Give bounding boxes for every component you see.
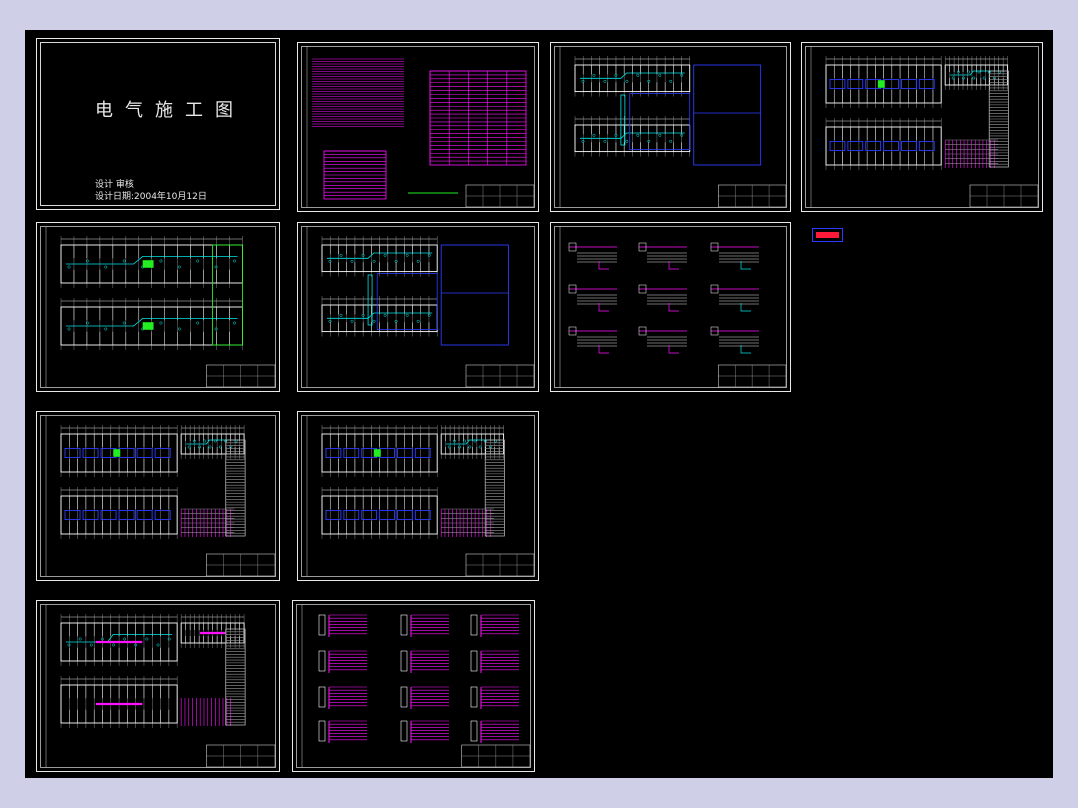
design-notes-sheet[interactable] [297,42,539,212]
third-floor-lighting-plan-sheet[interactable] [36,411,280,581]
system-diagram-drawing [554,226,787,388]
second-floor-power-plan-drawing [301,226,535,388]
fourth-floor-lighting-plan-sheet[interactable] [297,411,539,581]
roof-plan-drawing [40,604,276,768]
first-floor-lighting-plan-sheet[interactable] [801,42,1043,212]
distribution-box-diagram-sheet[interactable] [292,600,535,772]
drawing-viewport[interactable]: 电气施工图 设计 审核 设计日期:2004年10月12日 [25,30,1053,778]
second-floor-power-plan-sheet[interactable] [297,222,539,392]
cover-frame-drawing [37,39,279,209]
system-diagram-sheet[interactable] [550,222,791,392]
second-floor-lighting-plan-sheet[interactable] [36,222,280,392]
roof-plan-sheet[interactable] [36,600,280,772]
third-floor-lighting-plan-drawing [40,415,276,577]
distribution-box-drawing [296,604,531,768]
first-floor-lighting-plan-drawing [805,46,1039,208]
legend-marker [812,228,843,242]
design-notes-drawing [301,46,535,208]
ground-floor-power-plan-drawing [554,46,787,208]
cover-sheet[interactable]: 电气施工图 设计 审核 设计日期:2004年10月12日 [36,38,280,210]
second-floor-lighting-plan-drawing [40,226,276,388]
ground-floor-power-plan-sheet[interactable] [550,42,791,212]
fourth-floor-lighting-plan-drawing [301,415,535,577]
